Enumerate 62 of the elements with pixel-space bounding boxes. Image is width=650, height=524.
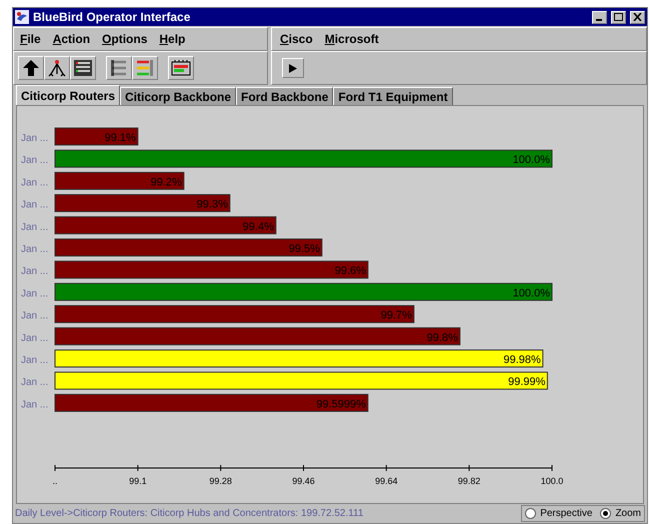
tick-label: 99.1	[129, 476, 147, 486]
play-button[interactable]	[282, 58, 304, 78]
app-icon	[15, 10, 29, 24]
category-label: Jan ...	[21, 332, 48, 344]
bar-value-label: 99.98%	[503, 354, 541, 366]
tab[interactable]: Ford Backbone	[236, 87, 334, 105]
tick-label: 99.64	[375, 476, 398, 486]
category-label: Jan ...	[21, 222, 48, 233]
category-label: Jan ...	[21, 399, 48, 410]
window-title: BlueBird Operator Interface	[33, 9, 192, 26]
bar-value-label: 100.0%	[512, 154, 550, 166]
monitor-icon[interactable]	[168, 56, 194, 80]
play-icon	[289, 64, 297, 72]
rack-icon[interactable]	[70, 56, 96, 80]
radio-option[interactable]: Zoom	[600, 506, 641, 521]
tick-label: 99.82	[458, 476, 480, 486]
category-label: Jan ...	[21, 310, 48, 322]
maximize-icon	[614, 13, 623, 21]
menu-item[interactable]: Options	[102, 30, 148, 48]
menu-item[interactable]: Help	[159, 30, 186, 48]
bar-value-label: 99.4%	[242, 220, 274, 233]
category-label: Jan ...	[21, 288, 48, 300]
colored-list-icon[interactable]	[132, 56, 158, 80]
menu-item[interactable]: Microsoft	[324, 30, 379, 48]
close-icon	[633, 13, 642, 21]
status-text: Daily Level->Citicorp Routers: Citicorp Hubs and Concentrators: 199.72.52.111	[15, 507, 364, 521]
bar-value-label: 99.8%	[426, 332, 458, 344]
tree-icon[interactable]	[44, 56, 70, 80]
category-label: Jan ...	[21, 377, 48, 388]
category-label: Jan ...	[21, 177, 48, 188]
menu-item[interactable]: Cisco	[280, 30, 313, 48]
category-label: Jan ...	[21, 266, 48, 278]
tick-label: 100.0	[540, 476, 564, 486]
tick-label: ..	[52, 476, 58, 486]
radio-option[interactable]: Perspective	[525, 506, 592, 521]
tab[interactable]: Ford T1 Equipment	[333, 87, 453, 105]
bar-value-label: 99.5%	[288, 243, 320, 255]
menu-item[interactable]: Action	[52, 30, 90, 48]
tick-label: 99.28	[209, 476, 232, 486]
bar-value-label: 99.3%	[196, 198, 228, 211]
radio-button[interactable]	[525, 508, 536, 519]
list-icon[interactable]	[106, 56, 132, 80]
menu-item[interactable]: File	[20, 30, 41, 48]
category-label: Jan ...	[21, 155, 48, 166]
radio-button[interactable]	[600, 508, 612, 519]
maximize-button[interactable]	[611, 10, 626, 24]
minimize-button[interactable]	[592, 10, 607, 24]
bar-value-label: 99.7%	[380, 310, 412, 322]
tab[interactable]: Citicorp Backbone	[120, 87, 236, 105]
tab[interactable]: Citicorp Routers	[16, 85, 120, 105]
category-label: Jan ...	[21, 133, 48, 144]
close-button[interactable]	[630, 10, 645, 24]
tick-label: 99.46	[292, 476, 315, 486]
bar-value-label: 99.1%	[104, 132, 136, 144]
category-label: Jan ...	[21, 200, 48, 211]
category-label: Jan ...	[21, 244, 48, 255]
category-label: Jan ...	[21, 355, 48, 366]
bar-value-label: 99.6%	[334, 265, 366, 278]
bar-value-label: 99.5999%	[316, 398, 366, 410]
bar-value-label: 99.2%	[150, 176, 182, 188]
bar-value-label: 99.99%	[508, 376, 546, 388]
bar-value-label: 100.0%	[512, 287, 550, 300]
